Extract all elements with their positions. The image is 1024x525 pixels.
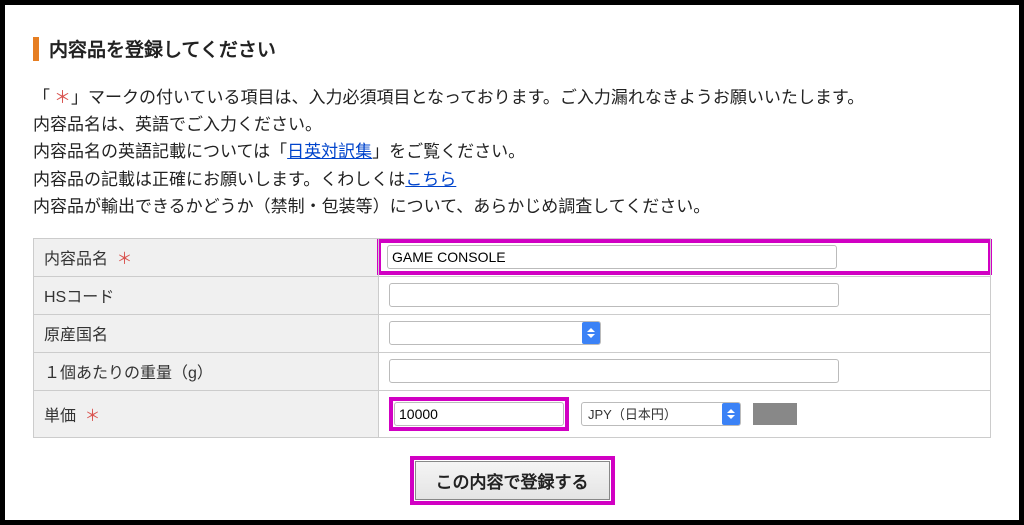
row-hs-code: HSコード: [34, 276, 991, 314]
hs-code-input[interactable]: [389, 283, 839, 307]
row-origin: 原産国名: [34, 314, 991, 352]
currency-select[interactable]: JPY（日本円）: [581, 402, 741, 426]
content-area: 内容品を登録してください 「＊」マークの付いている項目は、入力必須項目となってお…: [5, 5, 1019, 525]
weight-input[interactable]: [389, 359, 839, 383]
label-hs-code: HSコード: [34, 276, 379, 314]
label-origin: 原産国名: [34, 314, 379, 352]
chevron-updown-icon: [722, 403, 740, 425]
intro-text: 「＊」マークの付いている項目は、入力必須項目となっております。ご入力漏れなきよう…: [33, 84, 991, 220]
form-table: 内容品名 ＊ HSコード 原産国名: [33, 238, 991, 438]
highlight-submit: この内容で登録する: [410, 456, 615, 505]
intro-line-2: 内容品名は、英語でご入力ください。: [33, 111, 991, 138]
intro-line-4: 内容品の記載は正確にお願いします。くわしくはこちら: [33, 166, 991, 193]
required-mark: ＊: [84, 408, 100, 425]
row-item-name: 内容品名 ＊: [34, 238, 991, 276]
currency-selected-value: JPY（日本円）: [588, 404, 677, 423]
required-star-sample: ＊: [54, 88, 71, 107]
intro-line-1: 「＊」マークの付いている項目は、入力必須項目となっております。ご入力漏れなきよう…: [33, 84, 991, 111]
origin-select[interactable]: [389, 321, 601, 345]
label-weight: １個あたりの重量（g）: [34, 352, 379, 390]
intro-line-3: 内容品名の英語記載については「日英対訳集」をご覧ください。: [33, 138, 991, 165]
app-frame: 内容品を登録してください 「＊」マークの付いている項目は、入力必須項目となってお…: [0, 0, 1024, 525]
page-title-row: 内容品を登録してください: [33, 35, 991, 62]
label-price: 単価 ＊: [34, 390, 379, 437]
submit-button[interactable]: この内容で登録する: [415, 461, 610, 500]
submit-row: この内容で登録する: [33, 456, 991, 505]
required-mark: ＊: [116, 251, 132, 268]
translation-guide-link[interactable]: 日英対訳集: [287, 142, 372, 161]
highlight-item-name: [377, 239, 992, 275]
page-title: 内容品を登録してください: [49, 35, 276, 62]
details-link[interactable]: こちら: [405, 170, 456, 189]
price-input[interactable]: [394, 402, 564, 426]
title-accent-bar: [33, 37, 39, 61]
label-item-name: 内容品名 ＊: [34, 238, 379, 276]
item-name-input[interactable]: [387, 245, 837, 269]
gray-box-icon: [753, 403, 797, 425]
highlight-price: [389, 397, 569, 431]
row-weight: １個あたりの重量（g）: [34, 352, 991, 390]
row-price: 単価 ＊ JPY（日本円）: [34, 390, 991, 437]
chevron-updown-icon: [582, 322, 600, 344]
intro-line-5: 内容品が輸出できるかどうか（禁制・包装等）について、あらかじめ調査してください。: [33, 193, 991, 220]
